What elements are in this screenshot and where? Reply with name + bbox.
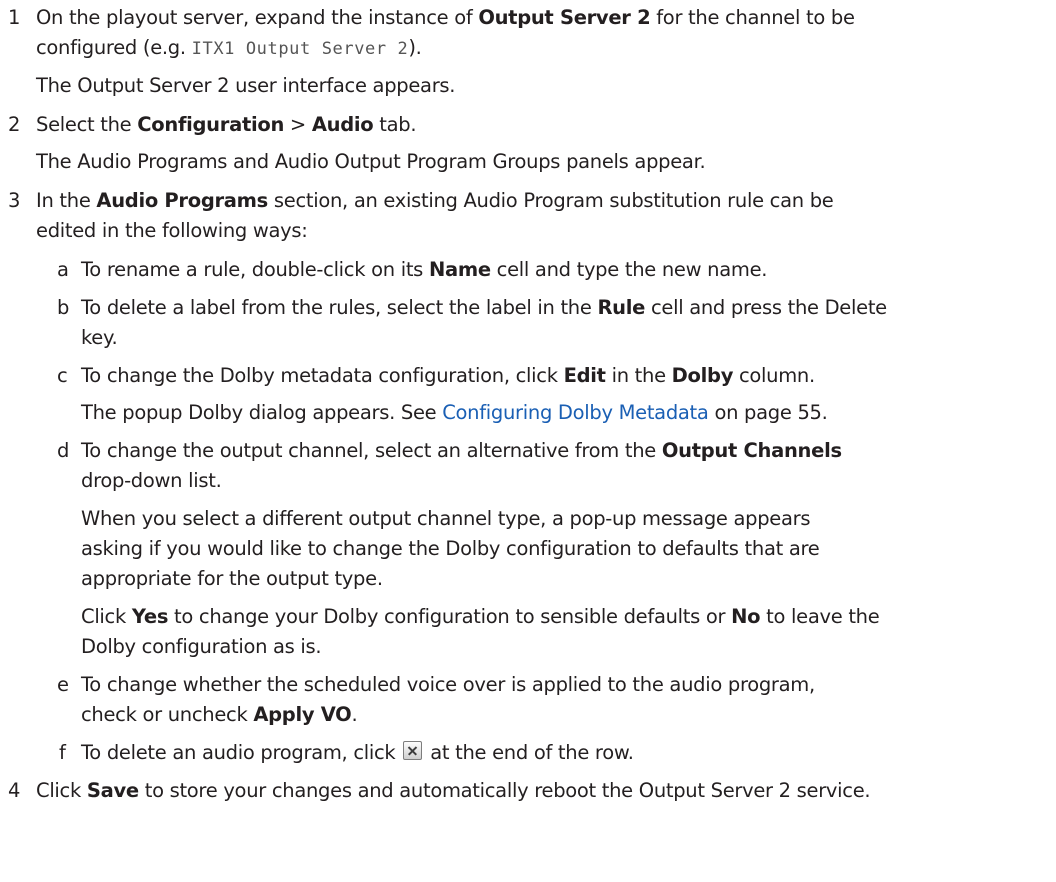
- substep-d-click-text: Click Yes to change your Dolby configura…: [81, 605, 880, 628]
- step-3-text-cont: edited in the following ways:: [36, 219, 308, 242]
- step-4-text: Click Save to store your changes and aut…: [36, 779, 871, 802]
- step-number: 1: [8, 6, 21, 29]
- close-x-icon: [403, 741, 423, 760]
- step-1-text: On the playout server, expand the instan…: [36, 6, 855, 29]
- substep-c-result: The popup Dolby dialog appears. See Conf…: [81, 401, 828, 424]
- substep-b-text-cont: key.: [81, 326, 118, 349]
- substep-c-text: To change the Dolby metadata configurati…: [81, 364, 815, 387]
- substep-d-click-text-cont: Dolby configuration as is.: [81, 635, 322, 658]
- substep-letter: c: [57, 364, 68, 387]
- document-page: 1 On the playout server, expand the inst…: [0, 0, 1056, 882]
- cross-reference-link[interactable]: Configuring Dolby Metadata: [442, 401, 709, 424]
- step-number: 3: [8, 189, 21, 212]
- substep-d-note-1: When you select a different output chann…: [81, 507, 811, 530]
- substep-d-note-3: appropriate for the output type.: [81, 567, 383, 590]
- step-number: 4: [8, 779, 21, 802]
- substep-b-text: To delete a label from the rules, select…: [81, 296, 887, 319]
- substep-letter: b: [57, 296, 70, 319]
- substep-d-note-2: asking if you would like to change the D…: [81, 537, 820, 560]
- step-3-text: In the Audio Programs section, an existi…: [36, 189, 834, 212]
- step-1-result: The Output Server 2 user interface appea…: [36, 74, 456, 97]
- substep-letter: e: [57, 673, 69, 696]
- substep-e-text-cont: check or uncheck Apply VO.: [81, 703, 358, 726]
- code-text: ITX1 Output Server 2: [191, 39, 409, 59]
- substep-d-text-cont: drop-down list.: [81, 469, 222, 492]
- substep-letter: d: [57, 439, 70, 462]
- step-2-text: Select the Configuration > Audio tab.: [36, 113, 417, 136]
- substep-e-text: To change whether the scheduled voice ov…: [81, 673, 815, 696]
- step-2-result: The Audio Programs and Audio Output Prog…: [36, 150, 706, 173]
- step-number: 2: [8, 113, 21, 136]
- substep-a-text: To rename a rule, double-click on its Na…: [81, 258, 768, 281]
- step-1-text-cont: configured (e.g. ITX1 Output Server 2).: [36, 36, 422, 59]
- substep-f-text: To delete an audio program, click at the…: [81, 741, 634, 764]
- substep-d-text: To change the output channel, select an …: [81, 439, 842, 462]
- substep-letter: a: [57, 258, 69, 281]
- substep-letter: f: [59, 741, 66, 764]
